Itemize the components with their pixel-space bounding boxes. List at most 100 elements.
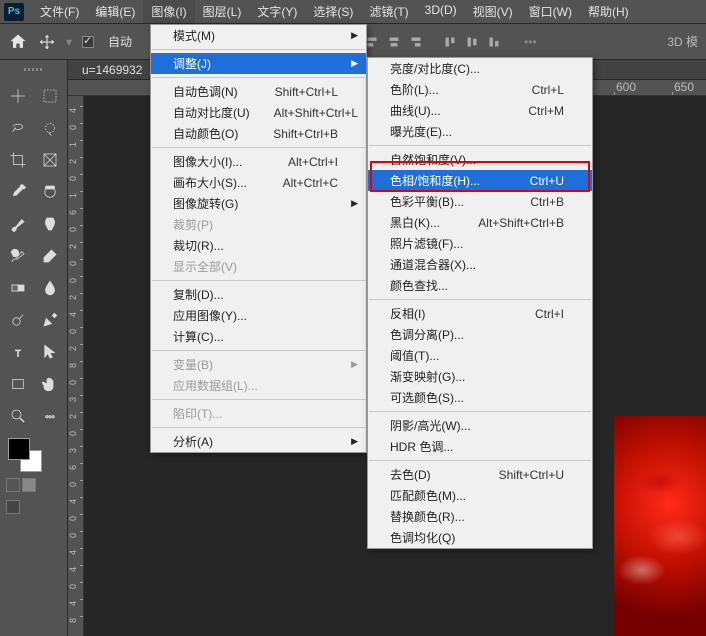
- menu-item[interactable]: 自动色调(N)Shift+Ctrl+L: [151, 81, 366, 102]
- menu-item-label: 裁剪(P): [173, 216, 338, 233]
- menu-帮助[interactable]: 帮助(H): [580, 0, 637, 23]
- align-bottom-icon[interactable]: [484, 32, 504, 52]
- align-right-icon[interactable]: [406, 32, 426, 52]
- menu-item[interactable]: 颜色查找...: [368, 275, 592, 296]
- menu-item[interactable]: 可选颜色(S)...: [368, 387, 592, 408]
- menu-item[interactable]: 裁切(R)...: [151, 235, 366, 256]
- menu-item[interactable]: 自动对比度(U)Alt+Shift+Ctrl+L: [151, 102, 366, 123]
- gradient-tool[interactable]: [4, 274, 32, 302]
- menu-item[interactable]: 亮度/对比度(C)...: [368, 58, 592, 79]
- menu-item[interactable]: 画布大小(S)...Alt+Ctrl+C: [151, 172, 366, 193]
- menu-3d[interactable]: 3D(D): [417, 0, 465, 23]
- move-tool-icon[interactable]: [38, 33, 56, 51]
- menu-item[interactable]: 曝光度(E)...: [368, 121, 592, 142]
- menu-item-label: 自动对比度(U): [173, 104, 250, 121]
- menu-item[interactable]: 自然饱和度(V)...: [368, 149, 592, 170]
- menu-item[interactable]: 图像大小(I)...Alt+Ctrl+I: [151, 151, 366, 172]
- foreground-color[interactable]: [8, 438, 30, 460]
- menu-item[interactable]: 色调分离(P)...: [368, 324, 592, 345]
- zoom-tool[interactable]: [4, 402, 32, 430]
- menu-item-label: 曲线(U)...: [390, 102, 504, 119]
- image-menu-dropdown: 模式(M)▶调整(J)▶自动色调(N)Shift+Ctrl+L自动对比度(U)A…: [150, 24, 367, 453]
- menu-item[interactable]: 色相/饱和度(H)...Ctrl+U: [368, 170, 592, 191]
- menu-窗口[interactable]: 窗口(W): [521, 0, 580, 23]
- menu-item-label: 匹配颜色(M)...: [390, 487, 564, 504]
- screen-mode-icon[interactable]: [6, 478, 20, 492]
- menu-item: 应用数据组(L)...: [151, 375, 366, 396]
- adjustments-submenu: 亮度/对比度(C)... 色阶(L)...Ctrl+L曲线(U)...Ctrl+M…: [367, 57, 593, 549]
- menu-item[interactable]: 阴影/高光(W)...: [368, 415, 592, 436]
- menu-item-label: 裁切(R)...: [173, 237, 338, 254]
- menu-item[interactable]: 渐变映射(G)...: [368, 366, 592, 387]
- screen-mode-row: [0, 496, 67, 518]
- menu-滤镜[interactable]: 滤镜(T): [361, 0, 416, 23]
- menu-item[interactable]: 色彩平衡(B)...Ctrl+B: [368, 191, 592, 212]
- menu-文字[interactable]: 文字(Y): [249, 0, 305, 23]
- menu-item-label: 反相(I): [390, 305, 511, 322]
- move-tool[interactable]: [4, 82, 32, 110]
- rect-marquee-tool[interactable]: [36, 82, 64, 110]
- menu-item[interactable]: 模式(M)▶: [151, 25, 366, 46]
- home-icon[interactable]: [8, 32, 28, 52]
- screen-mode-btn[interactable]: [6, 500, 20, 514]
- type-tool[interactable]: T: [4, 338, 32, 366]
- brush-tool[interactable]: [4, 210, 32, 238]
- menu-item-shortcut: Alt+Ctrl+C: [283, 176, 338, 190]
- panel-grip[interactable]: [0, 60, 67, 78]
- color-swatches[interactable]: [0, 434, 67, 474]
- menu-item[interactable]: HDR 色调...: [368, 436, 592, 457]
- path-select-tool[interactable]: [36, 338, 64, 366]
- menu-item-shortcut: Ctrl+L: [532, 83, 564, 97]
- hand-tool[interactable]: [36, 370, 64, 398]
- menu-item[interactable]: 匹配颜色(M)...: [368, 485, 592, 506]
- menu-文件[interactable]: 文件(F): [32, 0, 87, 23]
- menu-item[interactable]: 照片滤镜(F)...: [368, 233, 592, 254]
- pen-tool[interactable]: [36, 306, 64, 334]
- menu-item-label: 自动色调(N): [173, 83, 251, 100]
- crop-tool[interactable]: [4, 146, 32, 174]
- menu-选择[interactable]: 选择(S): [305, 0, 361, 23]
- history-brush-tool[interactable]: [4, 242, 32, 270]
- menu-item[interactable]: 色调均化(Q): [368, 527, 592, 548]
- align-hcenter-icon[interactable]: [384, 32, 404, 52]
- menu-item[interactable]: 替换颜色(R)...: [368, 506, 592, 527]
- menu-item[interactable]: 色阶(L)...Ctrl+L: [368, 79, 592, 100]
- quick-select-tool[interactable]: [36, 114, 64, 142]
- align-vcenter-icon[interactable]: [462, 32, 482, 52]
- menu-item[interactable]: 调整(J)▶: [151, 53, 366, 74]
- menu-item-shortcut: Ctrl+I: [535, 307, 564, 321]
- frame-tool[interactable]: [36, 146, 64, 174]
- menu-item-label: 计算(C)...: [173, 328, 338, 345]
- submenu-arrow-icon: ▶: [351, 198, 358, 209]
- menu-item[interactable]: 图像旋转(G)▶: [151, 193, 366, 214]
- eraser-tool[interactable]: [36, 242, 64, 270]
- menu-item[interactable]: 自动颜色(O)Shift+Ctrl+B: [151, 123, 366, 144]
- spot-heal-tool[interactable]: [36, 178, 64, 206]
- menu-item[interactable]: 曲线(U)...Ctrl+M: [368, 100, 592, 121]
- dodge-tool[interactable]: [4, 306, 32, 334]
- clone-tool[interactable]: [36, 210, 64, 238]
- auto-checkbox[interactable]: [82, 36, 94, 48]
- menu-编辑[interactable]: 编辑(E): [87, 0, 143, 23]
- menu-图像[interactable]: 图像(I): [143, 0, 194, 23]
- menu-item[interactable]: 应用图像(Y)...: [151, 305, 366, 326]
- menu-item-label: 可选颜色(S)...: [390, 389, 564, 406]
- rectangle-tool[interactable]: [4, 370, 32, 398]
- menu-视图[interactable]: 视图(V): [465, 0, 521, 23]
- menu-item-label: 亮度/对比度(C)...: [390, 60, 564, 77]
- eyedropper-tool[interactable]: [4, 178, 32, 206]
- menu-item[interactable]: 反相(I) Ctrl+I: [368, 303, 592, 324]
- menu-item[interactable]: 复制(D)...: [151, 284, 366, 305]
- menu-item[interactable]: 分析(A)▶: [151, 431, 366, 452]
- menu-item[interactable]: 阈值(T)...: [368, 345, 592, 366]
- edit-toolbar-tool[interactable]: •••: [36, 402, 64, 430]
- menu-item[interactable]: 计算(C)...: [151, 326, 366, 347]
- menu-图层[interactable]: 图层(L): [195, 0, 250, 23]
- blur-tool[interactable]: [36, 274, 64, 302]
- menu-item[interactable]: 黑白(K)...Alt+Shift+Ctrl+B: [368, 212, 592, 233]
- menu-item[interactable]: 去色(D)Shift+Ctrl+U: [368, 464, 592, 485]
- align-top-icon[interactable]: [440, 32, 460, 52]
- menu-item[interactable]: 通道混合器(X)...: [368, 254, 592, 275]
- lasso-tool[interactable]: [4, 114, 32, 142]
- quick-mask-icon[interactable]: [22, 478, 36, 492]
